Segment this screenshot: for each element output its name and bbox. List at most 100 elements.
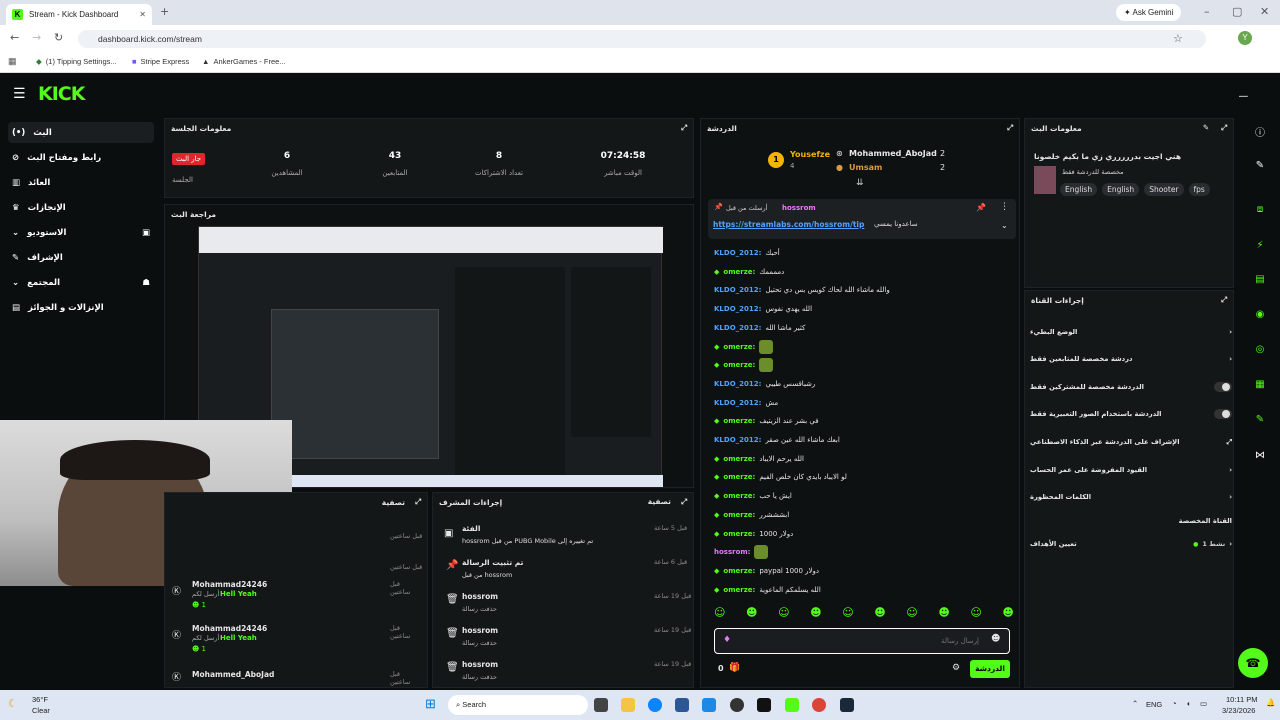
tag[interactable]: fps [1188,183,1210,196]
send-chat-button[interactable]: الدردشة [970,660,1010,678]
chat-username[interactable]: omerze: [723,268,755,276]
steam-icon[interactable] [840,698,854,712]
menu-icon[interactable]: ☰ [13,86,26,102]
user-menu-icon[interactable]: ⚊ [1238,86,1249,100]
expand-icon[interactable]: ⤢ [1007,123,1013,133]
sidebar-item-achievements[interactable]: ♛ الإنجازات [8,197,154,218]
tray-chevron-icon[interactable]: ⌃ [1132,699,1138,708]
emote-icon[interactable]: ☺ [970,606,981,624]
chevron-down-icon[interactable]: ⌄ [1001,221,1008,230]
pinned-user[interactable]: hossrom [782,204,816,212]
chat-username[interactable]: omerze: [723,530,755,538]
sidebar-item-community[interactable]: ⌄ المجتمع ☗ [8,272,154,293]
chat-username[interactable]: KLDO_2012: [714,249,761,257]
emoji-picker-icon[interactable]: ☻ [991,634,1000,644]
action-banned-words[interactable]: الكلمات المحظورة › [1030,487,1232,507]
chrome-icon[interactable] [812,698,826,712]
kick-app-icon[interactable] [785,698,799,712]
chat-username[interactable]: omerze: [723,343,755,351]
reload-icon[interactable]: ↻ [54,31,63,44]
broadcast-icon[interactable]: ◎ [1250,344,1270,360]
pinned-link[interactable]: https://streamlabs.com/hossrom/tip [713,220,864,229]
bookmark-item[interactable]: ◆ (1) Tipping Settings... [36,57,117,66]
vscode-icon[interactable] [702,698,716,712]
emote-icon[interactable]: ☻ [810,606,821,624]
chat-username[interactable]: omerze: [723,473,755,481]
battery-icon[interactable]: ▭ [1200,699,1207,708]
gifter-name[interactable]: Yousefze [790,150,830,159]
chat-input[interactable] [739,633,979,649]
chat-username[interactable]: omerze: [723,361,755,369]
gift-icon[interactable]: 🎁 [729,663,740,673]
unpin-icon[interactable]: 📌 [976,203,986,212]
sidebar-item-stream[interactable]: (•) البث [8,122,154,143]
support-button[interactable]: ☎ [1238,648,1268,678]
gifter-name[interactable]: Umsam [849,163,882,172]
gear-icon[interactable]: ⚙ [952,663,960,673]
file-explorer-icon[interactable] [621,698,635,712]
tag[interactable]: Shooter [1144,183,1184,196]
filter-label[interactable]: تصفية [648,497,671,507]
minimize-icon[interactable]: – [1204,5,1210,18]
close-window-icon[interactable]: ✕ [1260,5,1269,18]
expand-icon[interactable]: ⤢ [1221,295,1227,305]
action-ai-moderation[interactable]: الإشراف على الدردشة عبر الذكاء الاصطناعي… [1030,432,1232,452]
clock-date[interactable]: 3/23/2026 [1222,706,1255,715]
sidebar-item-moderation[interactable]: ✎ الإشراف [8,247,154,268]
browser-tab[interactable]: K Stream - Kick Dashboard ✕ [6,4,152,25]
profile-avatar[interactable]: Y [1238,31,1252,45]
edge-icon[interactable] [648,698,662,712]
back-icon[interactable]: ← [10,31,19,44]
edit-icon[interactable]: ✎ [1203,123,1209,133]
chat-username[interactable]: omerze: [723,417,755,425]
filter-label[interactable]: تصفية [382,498,405,507]
chat-username[interactable]: omerze: [723,586,755,594]
chat-username[interactable]: KLDO_2012: [714,324,761,332]
lightning-icon[interactable]: ⚡ [1250,240,1270,256]
url-field[interactable]: dashboard.kick.com/stream [78,30,1206,48]
sidebar-item-stream-key[interactable]: ⊘ رابط ومفتاح البث [8,147,154,168]
forward-icon[interactable]: → [32,31,41,44]
store-icon[interactable] [675,698,689,712]
kick-logo[interactable]: KICK [38,83,85,105]
action-slow-mode[interactable]: الوضع البطيء › [1030,322,1232,342]
chat-username[interactable]: KLDO_2012: [714,305,761,313]
chat-username[interactable]: omerze: [723,455,755,463]
wifi-icon[interactable]: ◔ [1172,699,1177,708]
sidebar-item-studio[interactable]: ⌄ الاستوديو ▣ [8,222,154,243]
chat-username[interactable]: KLDO_2012: [714,286,761,294]
gifter-name[interactable]: Mohammed_AboJad [849,149,937,158]
action-account-age[interactable]: القيود المفروضة على عمر الحساب › [1030,460,1232,480]
info-icon[interactable]: ⓘ [1250,124,1270,140]
chat-input-box[interactable]: ♦ ☻ [714,628,1010,654]
collapse-icon[interactable]: ⇊ [856,178,864,188]
bookmark-item[interactable]: ▲ AnkerGames - Free... [202,57,286,66]
pen-icon[interactable]: ✎ [1250,160,1270,176]
clock-time[interactable]: 10:11 PM [1226,695,1258,704]
chat-bubble-icon[interactable]: ◉ [1250,309,1270,325]
ask-gemini-button[interactable]: ✦ Ask Gemini [1116,4,1182,21]
crop-icon[interactable]: ⧈ [1250,204,1270,220]
chat-username[interactable]: KLDO_2012: [714,436,761,444]
lang-indicator[interactable]: ENG [1146,700,1162,709]
action-set-goals[interactable]: تعيين الأهداف ● 1 نشط › [1030,534,1232,554]
new-tab-icon[interactable]: + [160,5,169,18]
expand-icon[interactable]: ⤢ [681,497,687,507]
sidebar-item-drops[interactable]: ▤ الإنزالات و الجوائز [8,297,154,318]
action-subscribers-only[interactable]: الدردشة مخصصة للمشتركين فقط [1030,377,1232,397]
emote-icon[interactable]: ☺ [714,606,725,624]
subscribers-only-toggle[interactable] [1214,382,1232,392]
wrench-icon[interactable]: ✎ [1250,414,1270,430]
chat-username[interactable]: omerze: [723,567,755,575]
chat-username[interactable]: omerze: [723,492,755,500]
layout-icon[interactable]: ▦ [1250,379,1270,395]
expand-icon[interactable]: ⤢ [415,497,421,507]
action-followers-only[interactable]: دردشة مخصصة للمتابعين فقط › [1030,349,1232,369]
apps-grid-icon[interactable]: ▦ [8,56,17,67]
sidebar-item-revenue[interactable]: ▥ العائد [8,172,154,193]
emote-icon[interactable]: ☺ [906,606,917,624]
emote-icon[interactable]: ☺ [778,606,789,624]
bookmark-item[interactable]: ■ Stripe Express [132,57,189,66]
windows-start-icon[interactable]: ⊞ [425,696,436,712]
emote-icon[interactable]: ☻ [1002,606,1013,624]
